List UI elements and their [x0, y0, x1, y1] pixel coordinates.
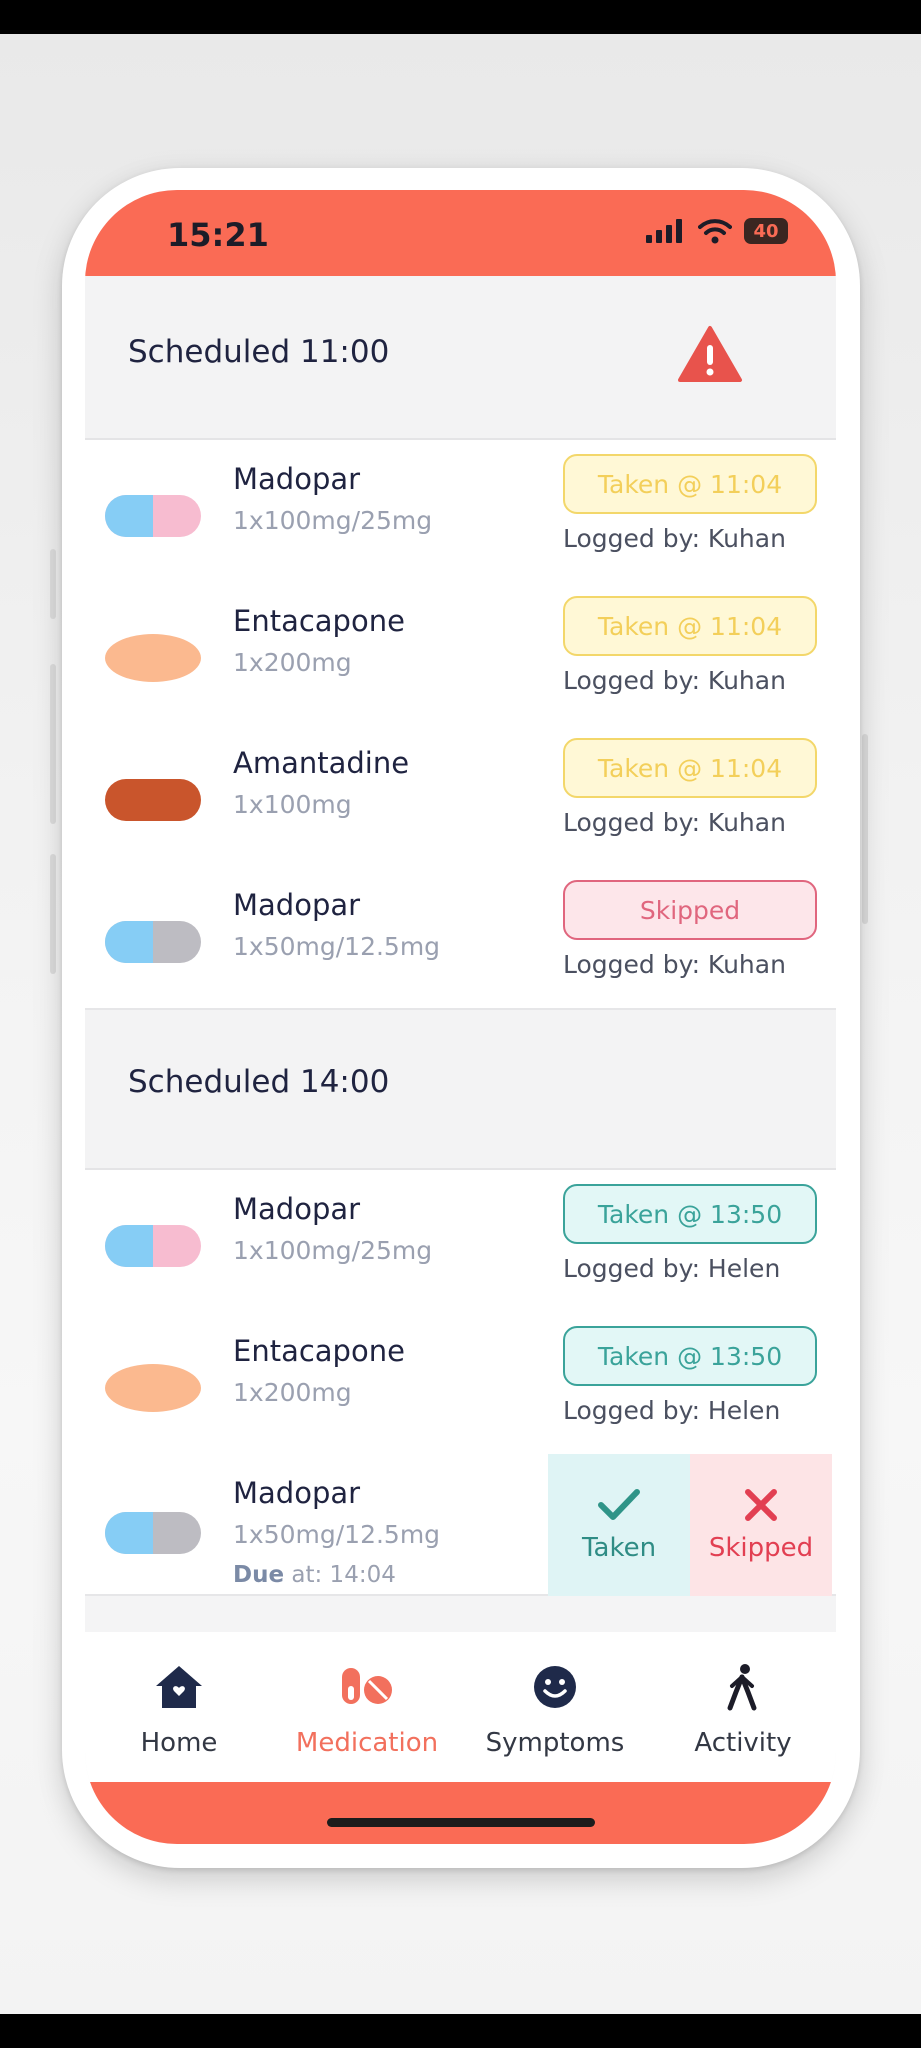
med-row[interactable]: Madopar 1x50mg/12.5mg Skipped Logged by:…: [85, 866, 836, 1010]
due-value: at: 14:04: [284, 1562, 396, 1588]
battery-icon: 40: [744, 218, 788, 244]
background: 15:21 40 Scheduled 11:00 Madopar 1x100mg…: [0, 34, 921, 2014]
capsule-blue-pink-icon: [105, 495, 201, 537]
tab-symptoms[interactable]: Symptoms: [461, 1632, 649, 1782]
capsule-blue-grey-icon: [105, 921, 201, 963]
tab-label: Symptoms: [485, 1728, 625, 1758]
section-title: Scheduled 14:00: [128, 1064, 390, 1100]
pills-icon: [342, 1668, 392, 1704]
walking-icon: [727, 1664, 757, 1711]
capsule-blue-grey-icon: [105, 1512, 201, 1554]
mark-skipped-button[interactable]: Skipped: [690, 1454, 832, 1596]
warning-triangle-icon[interactable]: [677, 325, 743, 383]
phone-screen: 15:21 40 Scheduled 11:00 Madopar 1x100mg…: [85, 190, 836, 1844]
power-button: [862, 734, 868, 924]
taken-label: Taken: [581, 1533, 657, 1563]
logged-by: Logged by: Helen: [563, 1396, 781, 1425]
bottom-tab-bar: Home Medication Symptoms Activity: [85, 1632, 836, 1782]
med-dose: 1x50mg/12.5mg: [233, 932, 441, 961]
silent-switch: [50, 549, 56, 619]
logged-by: Logged by: Kuhan: [563, 950, 786, 979]
due-time: Due at: 14:04: [233, 1562, 396, 1588]
med-name: Amantadine: [233, 746, 410, 780]
med-dose: 1x100mg: [233, 790, 352, 819]
status-badge[interactable]: Taken @ 11:04: [563, 596, 817, 656]
med-name: Madopar: [233, 888, 361, 922]
section-title: Scheduled 11:00: [128, 334, 390, 370]
med-name: Madopar: [233, 1476, 361, 1510]
med-dose: 1x200mg: [233, 1378, 352, 1407]
status-badge[interactable]: Taken @ 13:50: [563, 1326, 817, 1386]
tab-medication[interactable]: Medication: [273, 1632, 461, 1782]
volume-up-button: [50, 664, 56, 824]
status-icons: 40: [646, 218, 788, 244]
skipped-label: Skipped: [708, 1533, 814, 1563]
tab-activity[interactable]: Activity: [649, 1632, 836, 1782]
oval-peach-icon: [105, 634, 201, 682]
logged-by: Logged by: Kuhan: [563, 524, 786, 553]
home-icon: [156, 1666, 202, 1708]
med-row[interactable]: Madopar 1x100mg/25mg Taken @ 11:04 Logge…: [85, 440, 836, 584]
home-indicator-area: [85, 1782, 836, 1844]
capsule-blue-pink-icon: [105, 1225, 201, 1267]
section-header-1400: Scheduled 14:00: [85, 1010, 836, 1170]
status-time: 15:21: [167, 216, 269, 254]
med-row[interactable]: Madopar 1x100mg/25mg Taken @ 13:50 Logge…: [85, 1170, 836, 1314]
tab-label: Activity: [694, 1728, 792, 1758]
logged-by: Logged by: Kuhan: [563, 666, 786, 695]
status-badge[interactable]: Skipped: [563, 880, 817, 940]
med-dose: 1x100mg/25mg: [233, 1236, 433, 1265]
tab-home[interactable]: Home: [85, 1632, 273, 1782]
status-badge[interactable]: Taken @ 11:04: [563, 454, 817, 514]
status-badge[interactable]: Taken @ 11:04: [563, 738, 817, 798]
mark-taken-button[interactable]: Taken: [548, 1454, 690, 1596]
home-indicator[interactable]: [327, 1818, 595, 1827]
status-badge[interactable]: Taken @ 13:50: [563, 1184, 817, 1244]
capsule-rust-icon: [105, 779, 201, 821]
oval-peach-icon: [105, 1364, 201, 1412]
med-name: Entacapone: [233, 604, 405, 638]
med-name: Entacapone: [233, 1334, 405, 1368]
signal-icon: [646, 219, 682, 243]
med-row[interactable]: Entacapone 1x200mg Taken @ 11:04 Logged …: [85, 582, 836, 726]
med-dose: 1x100mg/25mg: [233, 506, 433, 535]
section-header-1100: Scheduled 11:00: [85, 276, 836, 440]
med-row-due[interactable]: Madopar 1x50mg/12.5mg Due at: 14:04 Take…: [85, 1454, 836, 1596]
tab-label: Home: [140, 1728, 218, 1758]
logged-by: Logged by: Helen: [563, 1254, 781, 1283]
med-dose: 1x50mg/12.5mg: [233, 1520, 441, 1549]
smiley-icon: [534, 1666, 576, 1708]
med-row[interactable]: Amantadine 1x100mg Taken @ 11:04 Logged …: [85, 724, 836, 868]
due-label: Due: [233, 1562, 285, 1588]
med-name: Madopar: [233, 462, 361, 496]
wifi-icon: [698, 219, 732, 244]
med-row[interactable]: Entacapone 1x200mg Taken @ 13:50 Logged …: [85, 1312, 836, 1456]
battery-level: 40: [753, 220, 779, 242]
volume-down-button: [50, 854, 56, 974]
logged-by: Logged by: Kuhan: [563, 808, 786, 837]
close-icon: [745, 1489, 777, 1521]
med-name: Madopar: [233, 1192, 361, 1226]
med-dose: 1x200mg: [233, 648, 352, 677]
status-bar: 15:21 40: [85, 190, 836, 276]
checkmark-icon: [598, 1489, 640, 1520]
tab-label: Medication: [295, 1728, 439, 1758]
